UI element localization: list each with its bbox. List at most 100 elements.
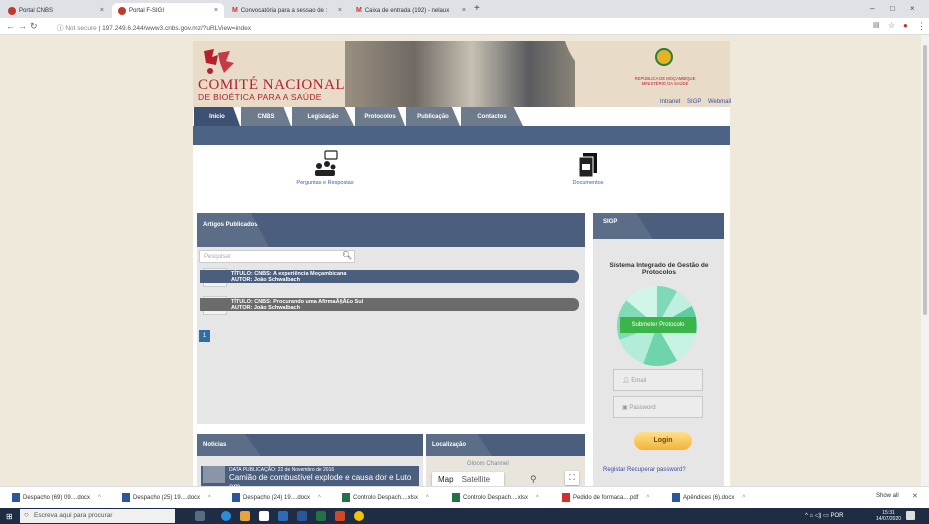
system-tray[interactable]: ^ ⌂ ◁) ▭ POR [805,512,843,519]
excel-app-icon[interactable] [316,511,326,521]
new-tab-button[interactable]: + [474,3,480,14]
scrollbar-thumb[interactable] [923,45,927,315]
article-row[interactable]: TÍTULO: CNBS: Procurando uma AfirmaÃ§Ã£o… [200,298,579,311]
menu-kebab-icon[interactable]: ⋮ [917,21,926,32]
article-row[interactable]: TÍTULO: CNBS: A experiência Moçambicana … [200,270,579,283]
nav-tab-legislacao[interactable]: Legislação [292,107,354,126]
address-bar: ← → ↻ ⓘ Not secure | 197.249.6.244/www3.… [0,18,929,35]
sigp-title: Sistema Integrado de Gestão de Protocolo… [609,262,709,276]
chevron-up-icon[interactable]: ^ [426,495,429,501]
show-all-downloads-button[interactable]: Show all [876,493,899,499]
chevron-up-icon[interactable]: ^ [318,495,321,501]
task-view-icon[interactable] [195,511,205,521]
keyboard-icon[interactable]: ▭ [823,513,829,519]
word-file-icon [12,493,20,502]
profile-avatar-icon[interactable]: ● [903,21,908,30]
download-label: Apêndices (6).docx [683,494,735,501]
map-pin-icon[interactable]: ⚲ [530,474,537,485]
language-indicator[interactable]: POR [830,513,843,519]
windows-start-icon[interactable]: ⊞ [6,512,13,521]
back-arrow-icon[interactable]: ← [6,21,15,31]
article-author: AUTOR: João Schwalbach [231,277,300,283]
word-app-icon[interactable] [297,511,307,521]
download-label: Despacho (24) 19....docx [243,494,311,501]
word-file-icon [232,493,240,502]
pagination-page[interactable]: 1 [199,330,210,342]
maximize-button[interactable]: □ [890,4,895,13]
translate-icon[interactable]: ▤ [873,21,880,29]
browser-tab-4[interactable]: M Caixa de entrada (192) - nelaux × [350,3,472,18]
quick-link-documents[interactable]: Documentos [548,152,628,186]
lock-icon: ▣ [622,405,628,411]
url-text: 197.249.6.244/www3.cnbs.gov.mz/?uRLView=… [102,25,252,32]
download-item[interactable]: Pedido de formaca....pdf ^ [562,493,649,502]
chevron-up-icon[interactable]: ^ [98,495,101,501]
chevron-up-icon[interactable]: ^ [646,495,649,501]
close-tab-icon[interactable]: × [462,7,466,14]
url-field[interactable]: ⓘ Not secure | 197.249.6.244/www3.cnbs.g… [57,22,251,32]
taskbar-clock[interactable]: 15:31 14/07/2020 [876,510,901,522]
nav-tab-contactos[interactable]: Contactos [461,107,523,126]
intranet-link[interactable]: Intranet [660,99,680,105]
network-icon[interactable]: ⌂ [810,513,814,519]
taskbar-search-input[interactable]: Escreva aqui para procurar [20,509,175,523]
tray-chevron-icon[interactable]: ^ [805,513,808,519]
site-favicon-icon [8,6,16,15]
nav-tab-inicio[interactable]: Inicio [194,107,240,126]
download-item[interactable]: Despacho (69) 09....docx ^ [12,493,101,502]
map-view-button[interactable]: Map [438,475,454,484]
email-field[interactable]: 👤︎ Email [613,369,703,391]
chevron-up-icon[interactable]: ^ [208,495,211,501]
minimize-button[interactable]: – [870,4,874,13]
file-explorer-icon[interactable] [240,511,250,521]
notification-icon[interactable] [906,511,915,520]
edge-icon[interactable] [221,511,231,521]
forward-arrow-icon[interactable]: → [18,21,27,31]
close-window-button[interactable]: × [910,4,915,13]
chevron-up-icon[interactable]: ^ [536,495,539,501]
news-thumbnail[interactable] [203,466,225,483]
powerpoint-app-icon[interactable] [335,511,345,521]
close-tab-icon[interactable]: × [100,7,104,14]
article-author: AUTOR: João Schwalbach [231,305,300,311]
close-downloads-icon[interactable]: ✕ [912,492,918,500]
close-tab-icon[interactable]: × [214,7,218,14]
login-button[interactable]: Login [634,432,692,450]
download-item[interactable]: Apêndices (6).docx ^ [672,493,745,502]
webmail-link[interactable]: Webmail [708,99,731,105]
register-link[interactable]: Registar [603,467,625,473]
nav-bar [193,126,730,145]
page-scrollbar[interactable] [921,35,929,486]
store-icon[interactable] [259,511,269,521]
chevron-up-icon[interactable]: ^ [742,495,745,501]
site-subtitle: DE BIOÉTICA PARA A SAÚDE [198,92,322,102]
sigp-link[interactable]: SIGP [687,99,701,105]
download-item[interactable]: Controlo Despach....xlsx ^ [342,493,429,502]
browser-tab-2[interactable]: Portal F-SIGI × [112,3,224,18]
download-label: Controlo Despach....xlsx [353,494,419,501]
volume-icon[interactable]: ◁) [815,513,822,519]
fullscreen-icon[interactable]: ⛶ [565,471,579,485]
satellite-view-button[interactable]: Satellite [462,475,490,484]
nav-tab-publicacao[interactable]: Publicação [406,107,460,126]
chrome-icon[interactable] [354,511,364,521]
close-tab-icon[interactable]: × [338,7,342,14]
mail-icon[interactable] [278,511,288,521]
download-item[interactable]: Despacho (25) 19....docx ^ [122,493,211,502]
search-input[interactable]: Pesquisar [199,250,355,263]
reload-icon[interactable]: ↻ [30,21,38,32]
password-field[interactable]: ▣ Password [613,396,703,418]
nav-tab-cnbs[interactable]: CNBS [241,107,291,126]
news-item[interactable]: DATA PUBLICAÇÃO: 22 de Novembro de 2016 … [201,466,419,491]
browser-tab-3[interactable]: M Convocatória para a sessao de : × [226,3,348,18]
nav-tab-protocolos[interactable]: Protocolos [355,107,405,126]
site-favicon-icon [118,6,126,15]
recover-password-link[interactable]: Recuperar password? [627,467,686,473]
quick-link-faq[interactable]: Perguntas e Respostas [280,150,370,186]
browser-tab-1[interactable]: Portal CNBS × [2,3,110,18]
submit-protocol-button[interactable]: Submeter Protocolo [620,317,696,333]
search-icon[interactable]: 🔍︎ [342,251,352,260]
download-item[interactable]: Despacho (24) 19....docx ^ [232,493,321,502]
bookmark-star-icon[interactable]: ☆ [888,21,895,30]
download-item[interactable]: Controlo Despach....xlsx ^ [452,493,539,502]
